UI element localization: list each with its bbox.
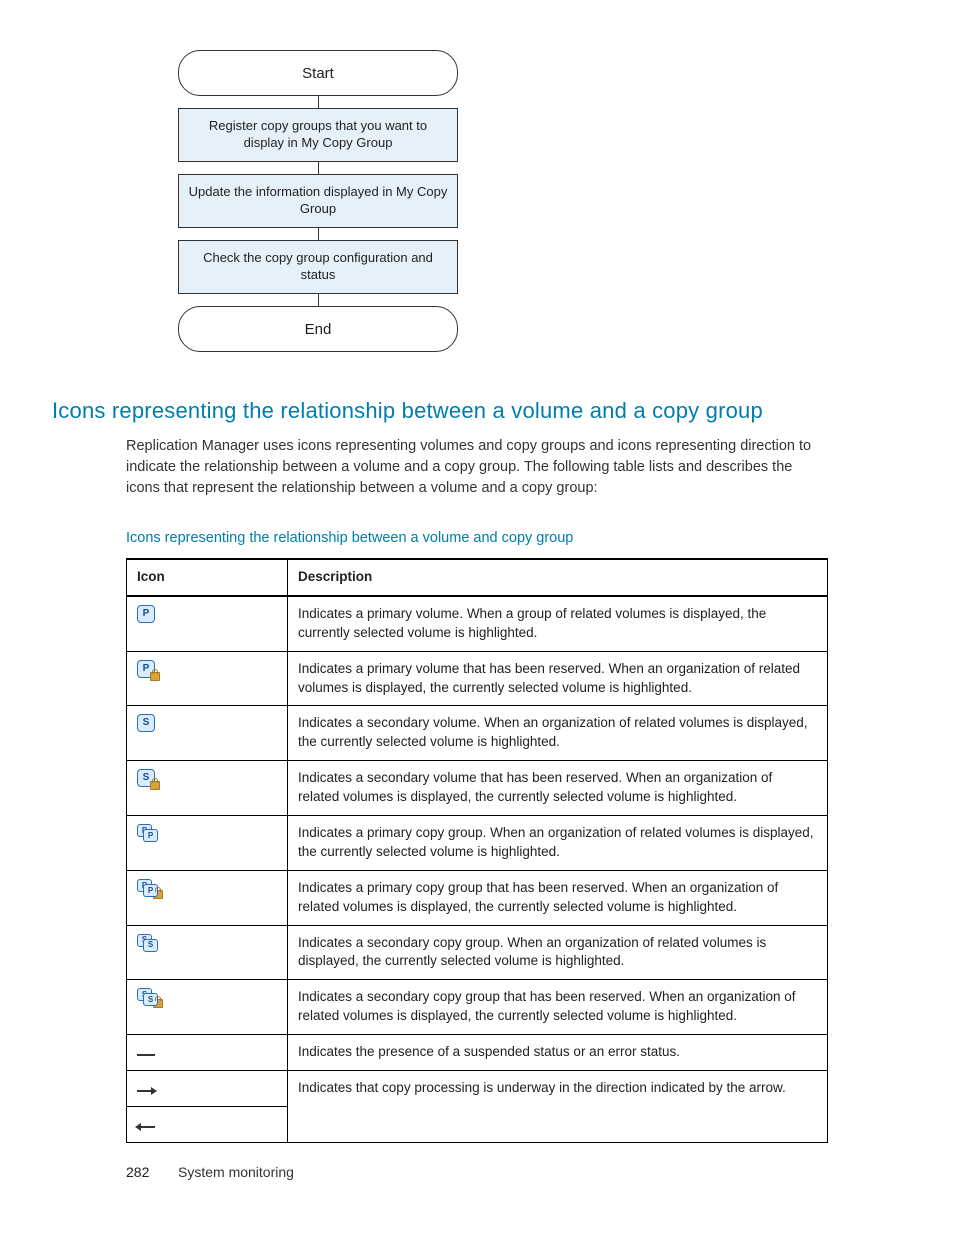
arrow-left-icon [137,1126,155,1128]
secondary-copy-group-reserved-icon: SS [137,988,157,1004]
primary-copy-group-reserved-icon: PP [137,879,157,895]
secondary-copy-group-icon: SS [137,934,157,950]
table-caption: Icons representing the relationship betw… [126,530,573,546]
suspended-error-icon [137,1054,155,1056]
secondary-volume-reserved-icon [137,769,155,787]
th-desc: Description [288,559,828,596]
flow-connector [318,228,319,240]
flow-step-1: Register copy groups that you want to di… [178,108,458,162]
primary-copy-group-icon: PP [137,824,157,840]
table-row: SS Indicates a secondary copy group that… [127,980,828,1035]
flow-start: Start [178,50,458,96]
desc-cell: Indicates a primary copy group that has … [288,870,828,925]
table-row: PP Indicates a primary copy group. When … [127,816,828,871]
secondary-volume-icon [137,714,155,732]
desc-cell: Indicates the presence of a suspended st… [288,1035,828,1071]
desc-cell: Indicates a secondary copy group that ha… [288,980,828,1035]
desc-cell: Indicates a secondary copy group. When a… [288,925,828,980]
flow-step-2: Update the information displayed in My C… [178,174,458,228]
table-row: Indicates a primary volume that has been… [127,651,828,706]
table-row: Indicates a primary volume. When a group… [127,596,828,651]
table-row: Indicates that copy processing is underw… [127,1071,828,1107]
table-row: Indicates a secondary volume. When an or… [127,706,828,761]
flow-end: End [178,306,458,352]
desc-cell: Indicates a secondary volume that has be… [288,761,828,816]
icon-table: Icon Description Indicates a primary vol… [126,558,828,1143]
intro-paragraph: Replication Manager uses icons represent… [126,436,826,499]
desc-cell: Indicates a primary copy group. When an … [288,816,828,871]
desc-cell: Indicates a primary volume. When a group… [288,596,828,651]
table-row: Indicates a secondary volume that has be… [127,761,828,816]
table-row: Indicates the presence of a suspended st… [127,1035,828,1071]
page-number: 282 [126,1164,149,1180]
primary-volume-reserved-icon [137,660,155,678]
arrow-right-icon [137,1090,155,1092]
desc-cell: Indicates a primary volume that has been… [288,651,828,706]
flow-connector [318,162,319,174]
desc-cell: Indicates a secondary volume. When an or… [288,706,828,761]
table-row: PP Indicates a primary copy group that h… [127,870,828,925]
footer-section: System monitoring [178,1164,294,1180]
flow-connector [318,96,319,108]
table-row: SS Indicates a secondary copy group. Whe… [127,925,828,980]
flow-step-3: Check the copy group configuration and s… [178,240,458,294]
section-heading: Icons representing the relationship betw… [52,398,763,424]
desc-cell: Indicates that copy processing is underw… [288,1071,828,1143]
flow-connector [318,294,319,306]
flowchart: Start Register copy groups that you want… [178,50,458,352]
primary-volume-icon [137,605,155,623]
th-icon: Icon [127,559,288,596]
